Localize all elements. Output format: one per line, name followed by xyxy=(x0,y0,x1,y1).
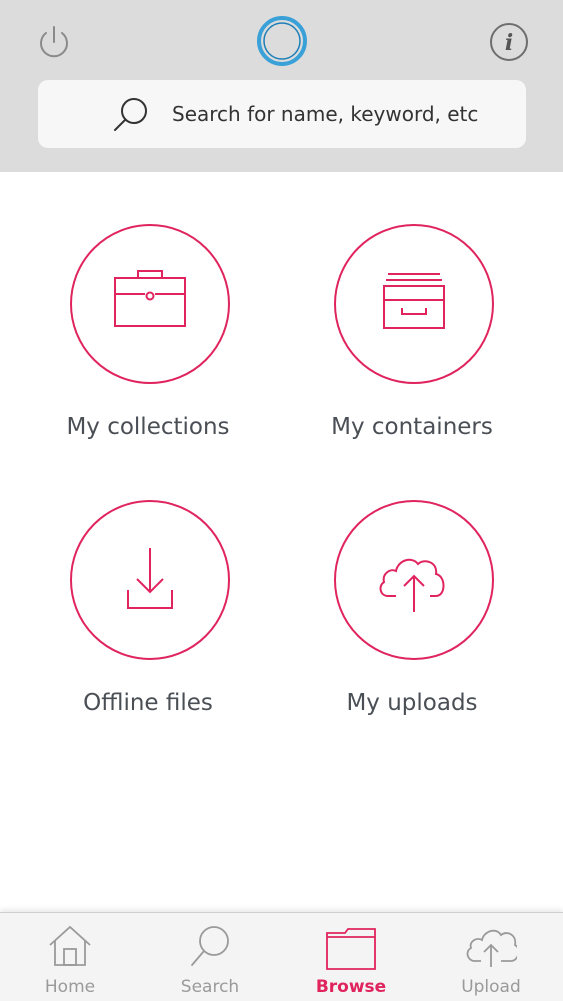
tab-label: Search xyxy=(180,977,240,997)
cloud-upload-icon xyxy=(466,929,517,967)
tab-upload[interactable]: Upload xyxy=(421,913,561,1001)
cloud-upload-icon xyxy=(379,558,445,612)
app-logo-ring xyxy=(256,15,308,67)
tile-offline-files[interactable]: Offline files xyxy=(40,500,260,740)
tab-label: Upload xyxy=(461,977,521,997)
download-icon xyxy=(127,548,173,609)
info-icon[interactable]: i xyxy=(488,21,530,63)
top-header: i Search for name, keyword, etc xyxy=(0,0,563,172)
power-icon[interactable] xyxy=(34,22,74,62)
tile-label: My uploads xyxy=(346,690,478,716)
tab-label: Home xyxy=(44,977,96,997)
tab-search[interactable]: Search xyxy=(140,913,280,1001)
tile-label: My collections xyxy=(66,414,230,440)
tile-circle xyxy=(334,500,494,660)
bottom-tab-bar: Home Search Browse Upload xyxy=(0,912,563,1001)
search-icon xyxy=(110,95,150,135)
briefcase-icon xyxy=(114,270,186,327)
svg-text:i: i xyxy=(505,30,513,56)
search-placeholder: Search for name, keyword, etc xyxy=(172,102,479,126)
tile-my-containers[interactable]: My containers xyxy=(304,224,524,464)
tile-label: My containers xyxy=(331,414,493,440)
tab-home[interactable]: Home xyxy=(0,913,140,1001)
tile-circle xyxy=(334,224,494,384)
folder-icon xyxy=(326,928,376,970)
tray-icon xyxy=(383,273,445,329)
tab-label: Browse xyxy=(315,977,387,997)
tile-my-uploads[interactable]: My uploads xyxy=(304,500,524,740)
tile-label: Offline files xyxy=(83,690,213,716)
tile-my-collections[interactable]: My collections xyxy=(40,224,260,464)
home-icon xyxy=(49,925,91,966)
search-icon xyxy=(191,926,229,966)
tile-circle xyxy=(70,500,230,660)
search-bar[interactable]: Search for name, keyword, etc xyxy=(38,80,526,148)
tab-browse[interactable]: Browse xyxy=(281,913,421,1001)
tile-circle xyxy=(70,224,230,384)
